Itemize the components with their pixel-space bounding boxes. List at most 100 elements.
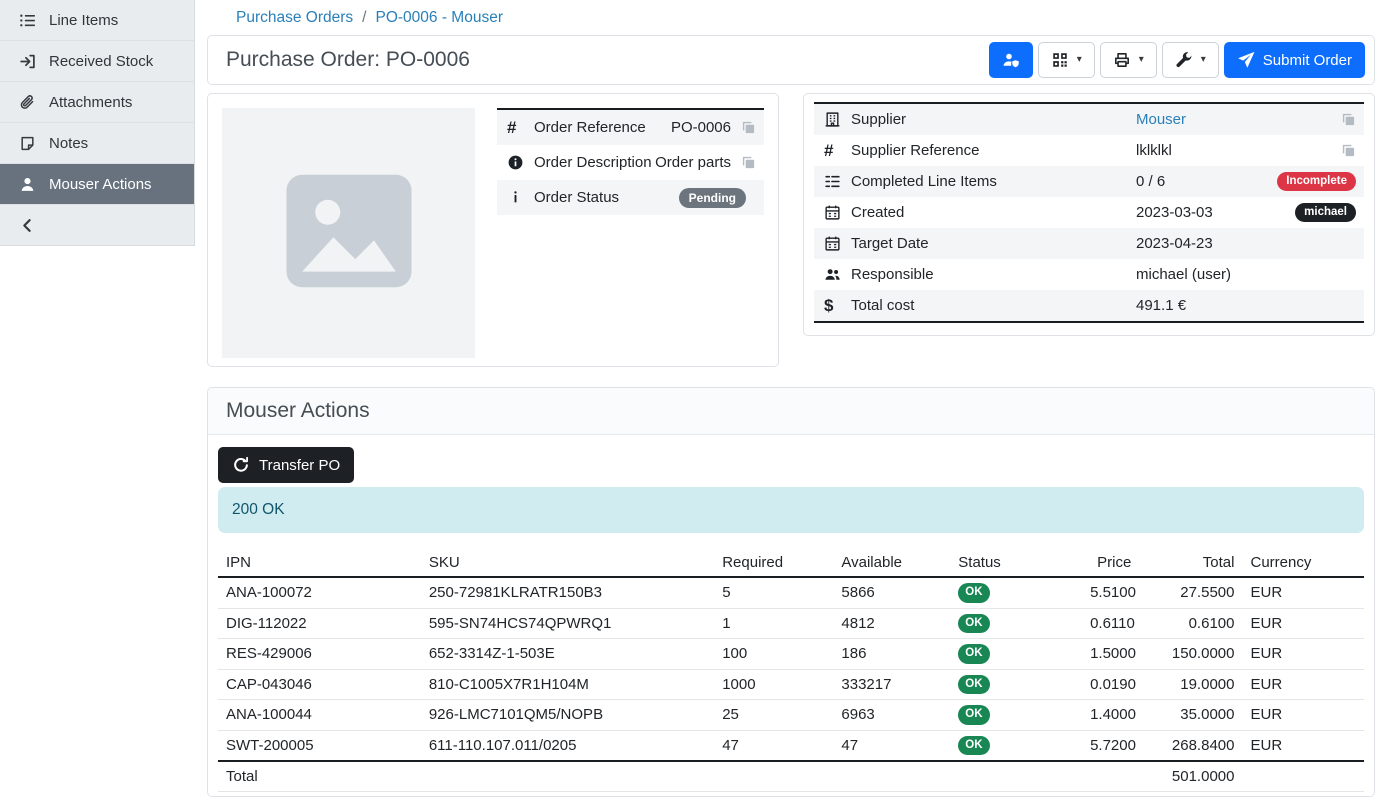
actions-table-head-row: IPNSKURequiredAvailableStatusPriceTotalC… <box>218 549 1364 577</box>
cell: EUR <box>1242 669 1364 700</box>
order-details-card: #Order ReferencePO-0006Order Description… <box>207 93 779 367</box>
detail-link-mouser[interactable]: Mouser <box>1136 111 1186 128</box>
cell: 333217 <box>833 669 950 700</box>
sidebar: Line Items Received StockAttachmentsNotes… <box>0 0 195 794</box>
column-header-ipn: IPN <box>218 549 421 577</box>
transfer-result-table: IPNSKURequiredAvailableStatusPriceTotalC… <box>218 549 1364 792</box>
michael-badge: michael <box>1295 203 1356 223</box>
cell: SWT-200005 <box>218 730 421 761</box>
detail-value: lklklkl <box>1136 142 1341 159</box>
hash-icon: # <box>824 142 851 159</box>
sidebar-item-notes[interactable]: Notes <box>0 123 194 164</box>
detail-value: Order parts <box>652 154 731 171</box>
detail-value: michael (user) <box>1136 266 1356 283</box>
breadcrumb: Purchase Orders/PO-0006 - Mouser <box>195 0 1383 35</box>
cell: 5.5100 <box>1082 577 1139 608</box>
order-image[interactable] <box>222 108 475 358</box>
table-row-ana-100072: ANA-100072250-72981KLRATR150B355866OK5.5… <box>218 577 1364 608</box>
signin-icon <box>19 53 36 70</box>
cell: ANA-100072 <box>218 577 421 608</box>
cell: 27.5500 <box>1139 577 1242 608</box>
sidebar-item-attachments[interactable]: Attachments <box>0 82 194 123</box>
sidebar-item-label: Line Items <box>49 12 118 29</box>
print-actions-button[interactable]: ▾ <box>1100 42 1157 78</box>
detail-value: PO-0006 <box>646 119 731 136</box>
cell: EUR <box>1242 639 1364 670</box>
column-header-price: Price <box>1082 549 1139 577</box>
breadcrumb-link-purchase-orders[interactable]: Purchase Orders <box>236 9 353 27</box>
cell: 1.4000 <box>1082 700 1139 731</box>
footer-label: Total <box>218 761 421 792</box>
ok-badge: OK <box>958 675 989 695</box>
transfer-po-label: Transfer PO <box>259 457 340 474</box>
column-header-sku: SKU <box>421 549 714 577</box>
cell: 595-SN74HCS74QPWRQ1 <box>421 608 714 639</box>
breadcrumb-link-po-0006-mouser[interactable]: PO-0006 - Mouser <box>375 9 503 27</box>
detail-accessory <box>1341 143 1356 158</box>
detail-label: Order Status <box>534 189 619 206</box>
cell: 186 <box>833 639 950 670</box>
detail-row-order-description: Order DescriptionOrder parts <box>497 145 764 180</box>
cell: DIG-112022 <box>218 608 421 639</box>
app-window: Line Items Received StockAttachmentsNotes… <box>0 0 1383 794</box>
cell: 250-72981KLRATR150B3 <box>421 577 714 608</box>
cell: 1 <box>714 608 833 639</box>
detail-label: Supplier Reference <box>851 142 1136 159</box>
cell: EUR <box>1242 730 1364 761</box>
cell: 0.0190 <box>1082 669 1139 700</box>
note-icon <box>19 135 36 152</box>
list-icon <box>19 12 36 29</box>
users-icon <box>824 266 851 283</box>
actions-table-foot-row: Total 501.0000 <box>218 761 1364 792</box>
panel-header: Mouser Actions <box>208 388 1374 435</box>
cell: 268.8400 <box>1139 730 1242 761</box>
detail-row-supplier-reference: #Supplier Referencelklklkl <box>814 135 1364 166</box>
detail-label: Responsible <box>851 266 1136 283</box>
detail-accessory <box>1341 112 1356 127</box>
cell: EUR <box>1242 577 1364 608</box>
actions-table-body: ANA-100072250-72981KLRATR150B355866OK5.5… <box>218 577 1364 761</box>
chevron-left-icon <box>19 217 36 234</box>
column-header-required: Required <box>714 549 833 577</box>
footer-total: 501.0000 <box>1139 761 1242 792</box>
sidebar-collapse-button[interactable] <box>0 205 194 245</box>
copy-icon[interactable] <box>741 120 756 135</box>
supplier-details-card: SupplierMouser#Supplier Referencelklklkl… <box>803 93 1375 336</box>
table-row-swt-200005: SWT-200005611-110.107.011/02054747OK5.72… <box>218 730 1364 761</box>
calendar-icon <box>824 204 851 221</box>
cell: 5.7200 <box>1082 730 1139 761</box>
cell-status: OK <box>950 608 1082 639</box>
main-content: Purchase Orders/PO-0006 - Mouser Purchas… <box>195 0 1383 794</box>
column-header-status: Status <box>950 549 1082 577</box>
copy-icon[interactable] <box>741 155 756 170</box>
cell-status: OK <box>950 639 1082 670</box>
detail-label: Completed Line Items <box>851 173 1136 190</box>
table-row-cap-043046: CAP-043046810-C1005X7R1H104M1000333217OK… <box>218 669 1364 700</box>
order-details-table: #Order ReferencePO-0006Order Description… <box>497 108 764 215</box>
order-actions-button[interactable]: ▾ <box>1162 42 1219 78</box>
cell: 100 <box>714 639 833 670</box>
transfer-po-button[interactable]: Transfer PO <box>218 447 354 483</box>
sidebar-item-received-stock[interactable]: Received Stock <box>0 41 194 82</box>
refresh-icon <box>232 456 250 474</box>
detail-value: 0 / 6 <box>1136 173 1277 190</box>
submit-order-button[interactable]: Submit Order <box>1224 42 1365 78</box>
copy-icon[interactable] <box>1341 112 1356 127</box>
detail-accessory: Incomplete <box>1277 172 1356 192</box>
sidebar-item-mouser-actions[interactable]: Mouser Actions <box>0 164 194 205</box>
mouser-actions-panel: Mouser Actions Transfer PO 200 OK IPNSKU… <box>207 387 1375 797</box>
barcode-actions-button[interactable]: ▾ <box>1038 42 1095 78</box>
send-icon <box>1237 51 1255 69</box>
copy-icon[interactable] <box>1341 143 1356 158</box>
cell: 6963 <box>833 700 950 731</box>
cell: ANA-100044 <box>218 700 421 731</box>
admin-button[interactable] <box>989 42 1033 78</box>
image-placeholder-icon <box>274 156 424 310</box>
detail-label: Order Reference <box>534 119 646 136</box>
order-details-section: # Order ReferencePO-0006 Order Description… <box>207 93 1375 367</box>
dollar-icon: $ <box>824 297 851 314</box>
detail-row-completed-line-items: Completed Line Items0 / 6Incomplete <box>814 166 1364 197</box>
info-icon <box>507 189 534 206</box>
sidebar-item-line-items[interactable]: Line Items <box>0 0 194 41</box>
cell: 47 <box>714 730 833 761</box>
